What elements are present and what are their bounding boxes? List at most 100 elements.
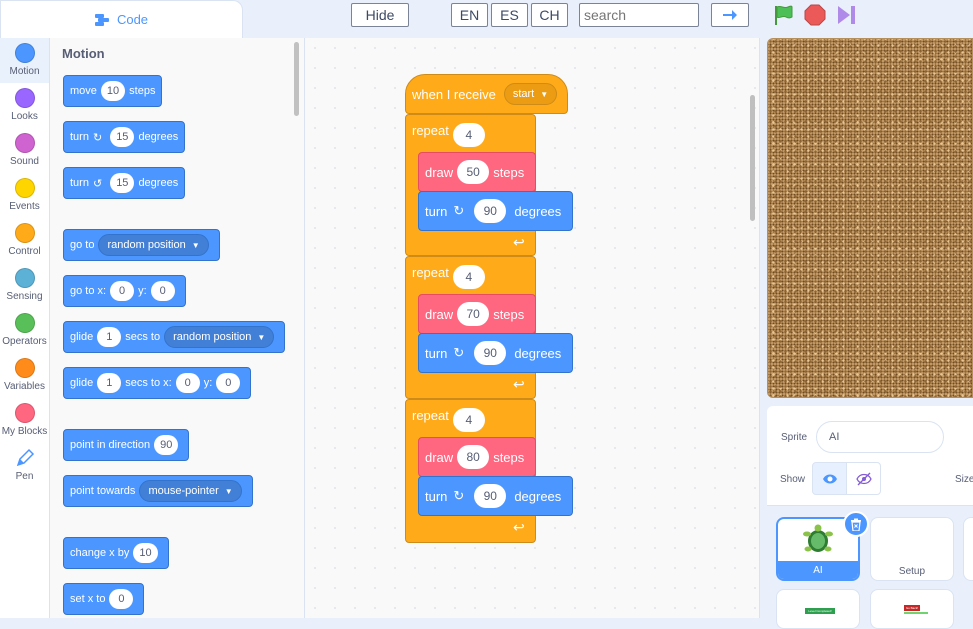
block-text: point towards xyxy=(70,485,136,497)
workspace-scrollbar[interactable] xyxy=(750,95,755,221)
block-text: repeat xyxy=(412,408,449,423)
loop-arrow-icon: ↩ xyxy=(513,234,525,250)
draw-block-3[interactable]: draw 80 steps xyxy=(418,437,536,477)
block-point-direction[interactable]: point in direction 90 xyxy=(63,429,190,461)
category-variables[interactable]: Variables xyxy=(0,353,49,398)
x-input[interactable]: 0 xyxy=(175,373,200,393)
trash-icon xyxy=(851,518,861,531)
category-pen[interactable]: Pen xyxy=(0,443,49,488)
hat-when-i-receive[interactable]: when I receive start ▼ xyxy=(405,74,568,114)
search-input[interactable] xyxy=(579,3,699,27)
turn-block-3[interactable]: turn ↻ 90 degrees xyxy=(418,476,573,516)
block-palette: Motion move 10 steps turn ↻ 15 degrees t… xyxy=(50,38,305,618)
goto-dropdown[interactable]: random position ▼ xyxy=(98,234,209,256)
block-goto-xy[interactable]: go to x: 0 y: 0 xyxy=(63,275,186,307)
stage-canvas[interactable] xyxy=(767,38,973,398)
glide-dropdown[interactable]: random position ▼ xyxy=(164,326,275,348)
search-go-button[interactable] xyxy=(711,3,749,27)
arrow-right-icon xyxy=(723,10,737,20)
delete-sprite-button[interactable] xyxy=(843,511,869,537)
category-my-blocks[interactable]: My Blocks xyxy=(0,398,49,443)
stop-icon[interactable] xyxy=(804,4,826,26)
message-dropdown[interactable]: start ▼ xyxy=(503,83,558,105)
block-point-towards[interactable]: point towards mouse-pointer ▼ xyxy=(63,475,253,507)
motion-color-dot xyxy=(14,43,35,63)
pen-icon xyxy=(16,448,34,467)
lang-en-button[interactable]: EN xyxy=(451,3,488,27)
block-glide[interactable]: glide 1 secs to random position ▼ xyxy=(63,321,286,353)
sprite-tile-go-back[interactable]: Go Back! xyxy=(870,589,954,629)
show-visible-button[interactable] xyxy=(812,462,847,495)
block-text: go to x: xyxy=(70,285,107,297)
block-turn-left[interactable]: turn ↺ 15 degrees xyxy=(63,167,186,199)
rotate-right-icon: ↻ xyxy=(453,203,465,218)
category-label: Sound xyxy=(10,156,39,167)
draw-block-2[interactable]: draw 70 steps xyxy=(418,294,536,334)
secs-input[interactable]: 1 xyxy=(97,327,122,347)
draw-steps-input[interactable]: 70 xyxy=(457,302,490,326)
block-turn-right[interactable]: turn ↻ 15 degrees xyxy=(63,121,186,153)
dropdown-value: random position xyxy=(173,331,252,343)
lang-ch-button[interactable]: CH xyxy=(531,3,568,27)
category-motion[interactable]: Motion xyxy=(0,38,49,83)
green-flag-icon[interactable] xyxy=(773,4,795,26)
category-sound[interactable]: Sound xyxy=(0,128,49,173)
secs-input[interactable]: 1 xyxy=(97,373,122,393)
repeat-count-input[interactable]: 4 xyxy=(452,123,485,147)
loop-arrow-icon: ↩ xyxy=(513,376,525,392)
direction-input[interactable]: 90 xyxy=(154,435,179,455)
set-x-input[interactable]: 0 xyxy=(109,589,134,609)
category-operators[interactable]: Operators xyxy=(0,308,49,353)
block-text: steps xyxy=(493,306,525,322)
block-text: when I receive xyxy=(412,86,496,102)
hide-button[interactable]: Hide xyxy=(351,3,409,27)
draw-steps-input[interactable]: 50 xyxy=(457,160,490,184)
dropdown-value: mouse-pointer xyxy=(148,485,219,497)
block-change-x[interactable]: change x by 10 xyxy=(63,537,169,569)
script-workspace[interactable]: when I receive start ▼ repeat 4 draw 50 s… xyxy=(305,38,760,618)
show-hidden-button[interactable] xyxy=(846,462,881,495)
block-glide-xy[interactable]: glide 1 secs to x: 0 y: 0 xyxy=(63,367,252,399)
towards-dropdown[interactable]: mouse-pointer ▼ xyxy=(139,480,242,502)
tab-code-label: Code xyxy=(116,12,149,27)
block-text: degrees xyxy=(514,488,562,504)
block-text: y: xyxy=(138,285,147,297)
code-icon xyxy=(94,13,109,26)
degrees-input[interactable]: 15 xyxy=(110,127,135,147)
turn-block-2[interactable]: turn ↻ 90 degrees xyxy=(418,333,573,373)
sprite-tile-level-completed[interactable]: Level Completed! xyxy=(776,589,860,629)
turn-degrees-input[interactable]: 90 xyxy=(474,199,507,223)
degrees-input[interactable]: 15 xyxy=(110,173,135,193)
lang-es-button[interactable]: ES xyxy=(491,3,528,27)
block-set-x[interactable]: set x to 0 xyxy=(63,583,145,615)
block-move[interactable]: move 10 steps xyxy=(63,75,163,107)
turn-block-1[interactable]: turn ↻ 90 degrees xyxy=(418,191,573,231)
category-events[interactable]: Events xyxy=(0,173,49,218)
draw-block-1[interactable]: draw 50 steps xyxy=(418,152,536,192)
category-control[interactable]: Control xyxy=(0,218,49,263)
x-input[interactable]: 0 xyxy=(110,281,135,301)
block-goto[interactable]: go to random position ▼ xyxy=(63,229,220,261)
y-input[interactable]: 0 xyxy=(150,281,175,301)
draw-steps-input[interactable]: 80 xyxy=(457,445,490,469)
palette-scrollbar[interactable] xyxy=(294,42,299,116)
block-text: turn xyxy=(425,488,448,504)
change-x-input[interactable]: 10 xyxy=(133,543,158,563)
repeat-count-input[interactable]: 4 xyxy=(452,408,485,432)
steps-input[interactable]: 10 xyxy=(100,81,126,101)
y-input[interactable]: 0 xyxy=(216,373,241,393)
block-text: degrees xyxy=(514,345,562,361)
turn-degrees-input[interactable]: 90 xyxy=(474,484,507,508)
block-text: steps xyxy=(493,449,525,465)
turn-degrees-input[interactable]: 90 xyxy=(474,341,507,365)
category-label: Motion xyxy=(9,66,40,77)
sprite-tile-setup[interactable]: Setup xyxy=(870,517,954,581)
block-text: point in direction xyxy=(70,439,151,451)
category-looks[interactable]: Looks xyxy=(0,83,49,128)
repeat-count-input[interactable]: 4 xyxy=(452,265,485,289)
tab-code[interactable]: Code xyxy=(0,0,243,38)
sprite-tile-partial[interactable] xyxy=(963,517,973,581)
category-sensing[interactable]: Sensing xyxy=(0,263,49,308)
sprite-name-input[interactable]: AI xyxy=(816,421,944,453)
step-icon[interactable] xyxy=(836,4,858,26)
